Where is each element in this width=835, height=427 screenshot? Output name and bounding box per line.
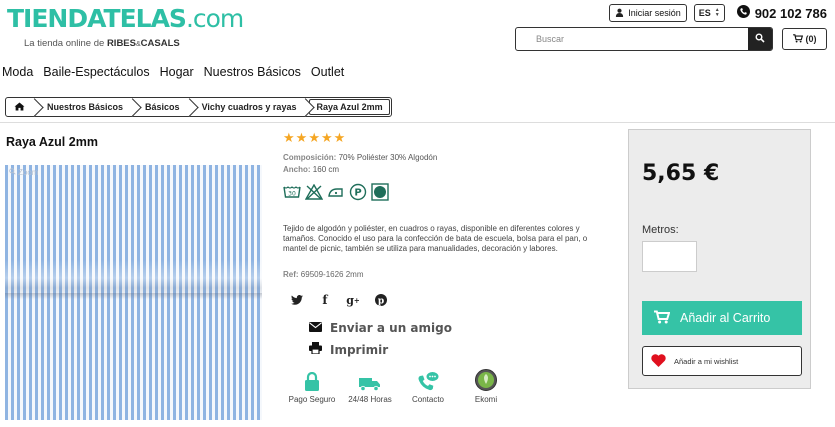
zoom-label: Zoom: [18, 168, 39, 177]
twitter-icon[interactable]: [290, 293, 304, 307]
composition-label: Composición:: [283, 153, 337, 162]
search-button[interactable]: [748, 28, 772, 50]
svg-text:p: p: [378, 296, 384, 306]
print-label: Imprimir: [330, 342, 389, 357]
nav-item-nuestros-basicos[interactable]: Nuestros Básicos: [204, 65, 301, 79]
width-value: 160 cm: [312, 165, 340, 174]
svg-text:P: P: [354, 188, 361, 199]
wishlist-label: Añadir a mi wishlist: [674, 356, 739, 366]
badge-label: Contacto: [411, 395, 445, 404]
breadcrumb-item[interactable]: Nuestros Básicos: [37, 98, 135, 116]
star-icon: ★: [308, 130, 320, 145]
zoom-icon: [9, 168, 16, 177]
no-bleach-icon: [305, 183, 323, 201]
pinterest-icon[interactable]: p: [374, 293, 388, 307]
main-nav: Moda Baile-Espectáculos Hogar Nuestros B…: [2, 65, 344, 79]
product-price: 5,65 €: [642, 161, 720, 186]
header-utilities: Iniciar sesión ES ▲ ▼ 902 102 786: [609, 4, 827, 22]
language-select[interactable]: ES ▲ ▼: [693, 4, 725, 22]
phone-number: 902 102 786: [754, 5, 827, 21]
send-to-friend-link[interactable]: Enviar a un amigo: [309, 321, 452, 335]
envelope-icon: [309, 321, 322, 335]
breadcrumb-item[interactable]: Vichy cuadros y rayas: [192, 98, 309, 116]
badge-label: Ekomi: [474, 395, 498, 404]
breadcrumb-item[interactable]: Básicos: [135, 98, 192, 116]
google-plus-icon[interactable]: g +: [346, 293, 360, 307]
width-label: Ancho:: [283, 165, 311, 174]
fabric-fold-shadow: [5, 293, 262, 299]
product-description: Tejido de algodón y poliéster, en cuadro…: [283, 224, 588, 253]
heart-icon: [651, 353, 666, 369]
wash-30-icon: 30: [283, 183, 301, 201]
cart-icon: [792, 33, 803, 45]
reference-line: Ref: 69509-1626 2mm: [283, 270, 364, 279]
composition-value: 70% Poliéster 30% Algodón: [338, 153, 438, 162]
add-to-cart-label: Añadir al Carrito: [680, 311, 771, 325]
composition-line: Composición: 70% Poliéster 30% Algodón: [283, 153, 437, 162]
site-logo[interactable]: TIENDATELAS.com La tienda online de RIBE…: [7, 4, 244, 50]
tumble-dry-icon: [371, 183, 389, 201]
logo-wordmark: TIENDATELAS.com: [7, 4, 244, 33]
cart-count: (0): [805, 34, 817, 44]
ref-label: Ref:: [283, 270, 299, 279]
truck-icon: [359, 371, 381, 391]
nav-item-outlet[interactable]: Outlet: [311, 65, 344, 79]
star-icon: ★: [320, 130, 333, 145]
rating-stars[interactable]: ★ ★ ★ ★ ★: [283, 130, 345, 146]
badge-secure-payment[interactable]: Pago Seguro: [283, 371, 341, 404]
breadcrumb-home[interactable]: [6, 98, 37, 116]
star-icon: ★: [295, 130, 308, 145]
lock-icon: [305, 371, 319, 391]
star-icon: ★: [283, 130, 295, 145]
ref-value: 69509-1626 2mm: [300, 270, 364, 279]
facebook-icon[interactable]: f: [318, 293, 332, 307]
nav-item-baile[interactable]: Baile-Espectáculos: [43, 65, 149, 79]
width-line: Ancho: 160 cm: [283, 165, 339, 174]
phone-chat-icon: [417, 371, 439, 391]
quantity-label: Metros:: [642, 224, 679, 236]
print-icon: [309, 342, 322, 357]
print-link[interactable]: Imprimir: [309, 342, 388, 357]
badge-label: Pago Seguro: [288, 395, 336, 404]
nav-item-hogar[interactable]: Hogar: [160, 65, 194, 79]
breadcrumb-current: Raya Azul 2mm: [309, 99, 390, 115]
badge-delivery[interactable]: 24/48 Horas: [341, 371, 399, 404]
trust-badges: Pago Seguro 24/48 Horas Contacto Ekomi: [283, 369, 515, 404]
login-button[interactable]: Iniciar sesión: [609, 4, 687, 22]
cart-button[interactable]: (0): [782, 28, 827, 50]
login-label: Iniciar sesión: [628, 8, 681, 18]
search-bar: [515, 27, 773, 51]
purchase-box: 5,65 € Metros: Añadir al Carrito Añadir …: [628, 129, 811, 389]
send-to-friend-label: Enviar a un amigo: [330, 321, 452, 335]
care-instructions: 30 P: [283, 183, 389, 201]
home-icon: [14, 101, 25, 113]
breadcrumb: Nuestros Básicos Básicos Vichy cuadros y…: [5, 97, 392, 117]
ekomi-icon: [475, 369, 497, 391]
nav-item-moda[interactable]: Moda: [2, 65, 33, 79]
product-image[interactable]: Zoom: [5, 165, 262, 420]
dry-clean-p-icon: P: [349, 183, 367, 201]
add-to-wishlist-button[interactable]: Añadir a mi wishlist: [642, 346, 802, 376]
iron-icon: [327, 183, 345, 201]
user-icon: [615, 8, 624, 19]
quantity-input[interactable]: [642, 241, 697, 272]
search-input[interactable]: [516, 28, 748, 50]
phone-icon: [736, 5, 750, 21]
logo-tagline: La tienda online de RIBES&CASALS: [24, 38, 180, 49]
product-title: Raya Azul 2mm: [6, 135, 98, 149]
social-share: f g + p: [290, 293, 388, 307]
badge-contact[interactable]: Contacto: [399, 371, 457, 404]
badge-label: 24/48 Horas: [348, 395, 392, 404]
phone-contact[interactable]: 902 102 786: [736, 5, 827, 21]
svg-text:30: 30: [288, 191, 296, 198]
zoom-hint[interactable]: Zoom: [9, 168, 38, 177]
divider: [0, 122, 835, 123]
language-value: ES: [698, 8, 711, 18]
star-icon: ★: [333, 130, 346, 145]
search-icon: [755, 30, 765, 48]
select-arrows-icon: ▲ ▼: [714, 7, 720, 18]
cart-icon: [654, 310, 671, 327]
badge-ekomi[interactable]: Ekomi: [457, 369, 515, 404]
add-to-cart-button[interactable]: Añadir al Carrito: [642, 301, 802, 335]
